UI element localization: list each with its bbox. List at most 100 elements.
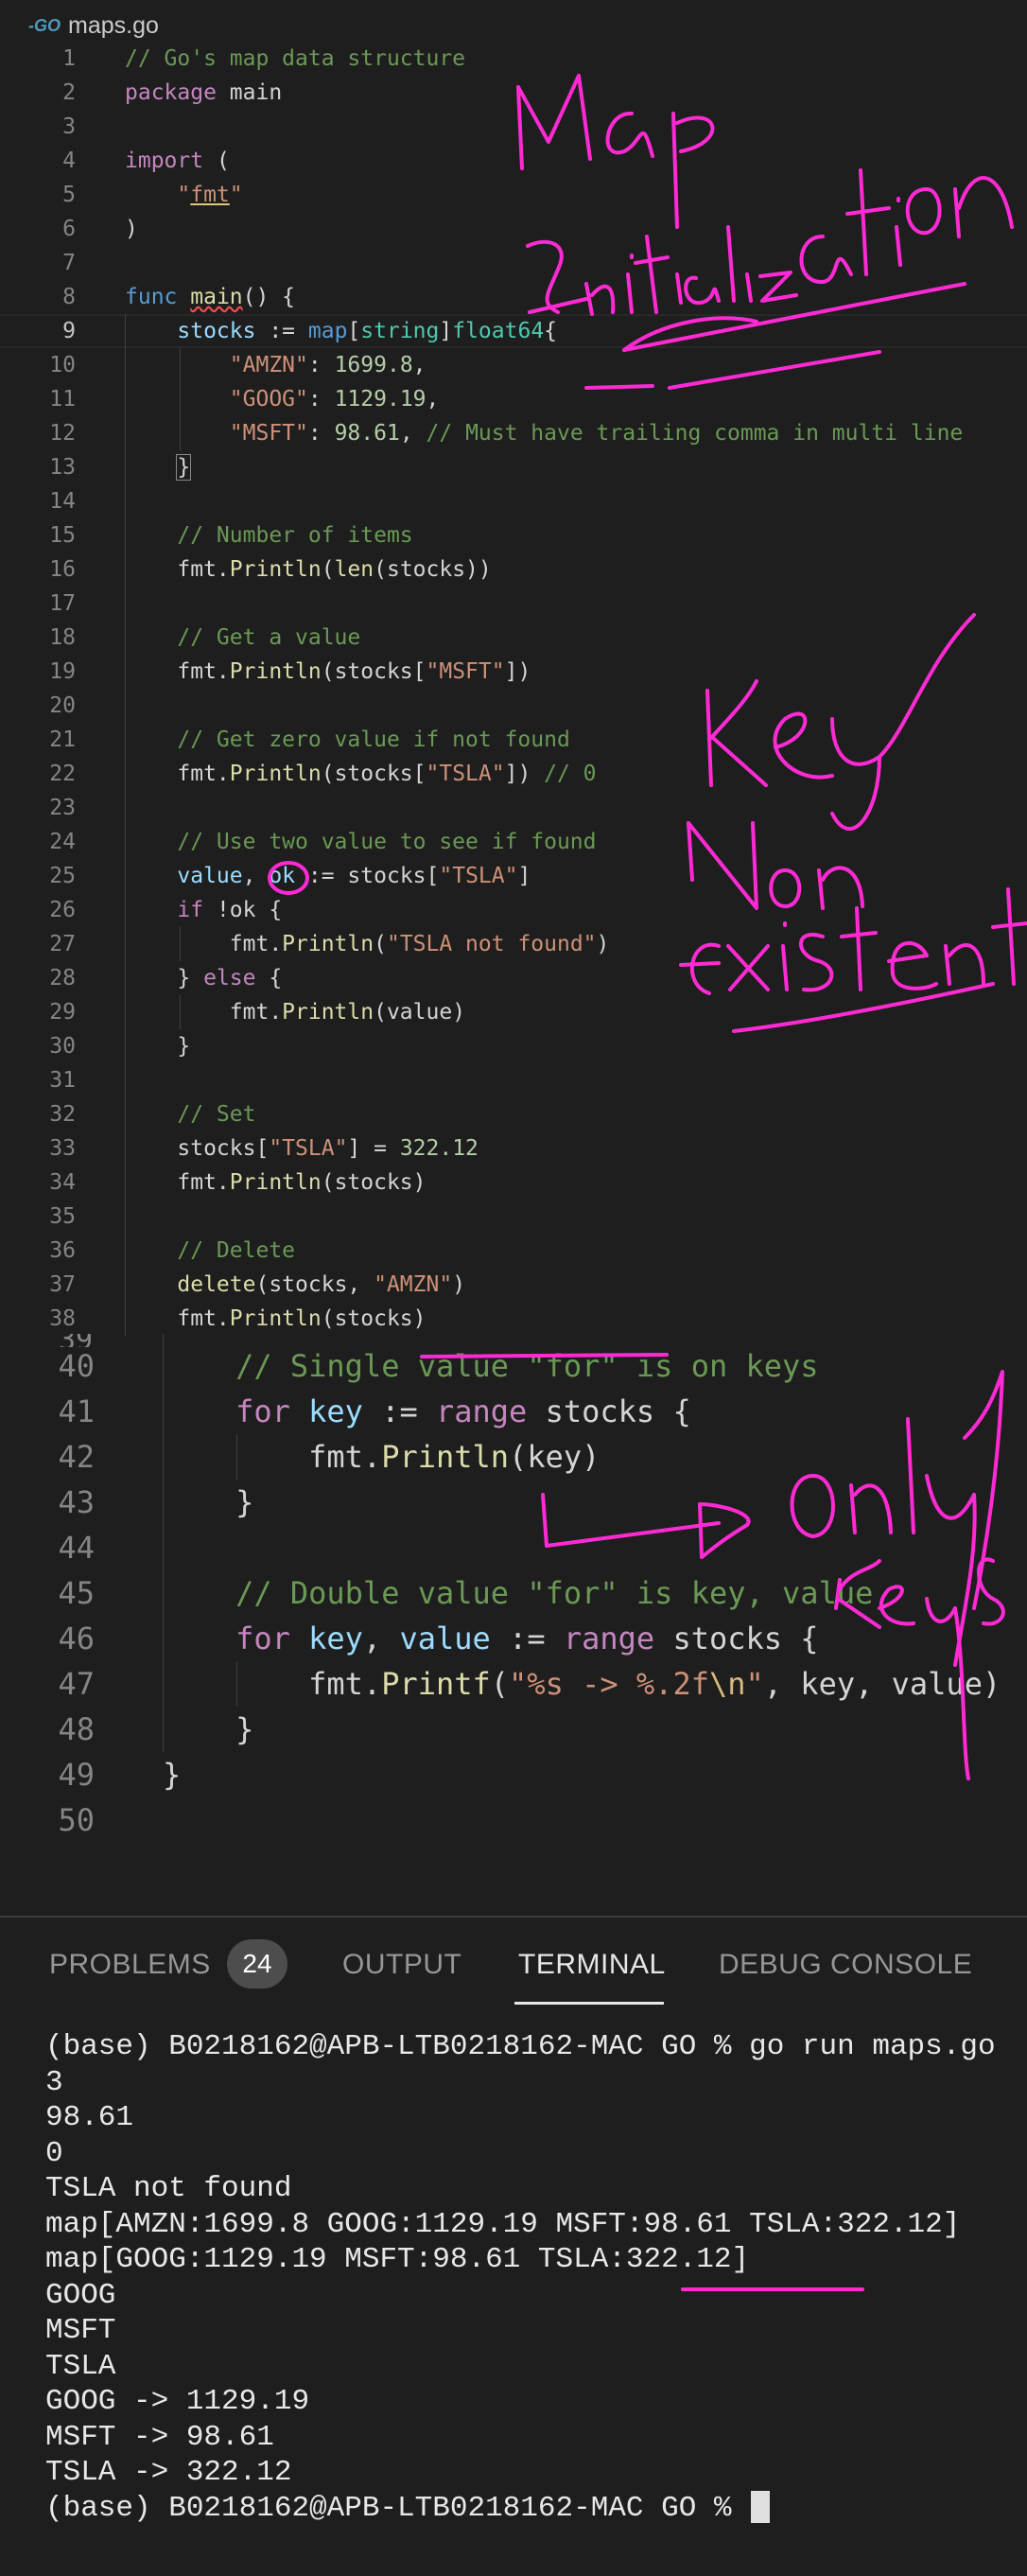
code-text[interactable]: delete(stocks, "AMZN") xyxy=(125,1268,465,1302)
code-line[interactable]: 49} xyxy=(0,1752,1027,1797)
code-text[interactable]: for key := range stocks { xyxy=(163,1389,691,1434)
code-text[interactable]: stocks["TSLA"] = 322.12 xyxy=(125,1131,479,1165)
code-line[interactable]: 46 for key, value := range stocks { xyxy=(0,1616,1027,1661)
code-line[interactable]: 21 // Get zero value if not found xyxy=(0,723,1027,757)
code-line[interactable]: 38 fmt.Println(stocks) xyxy=(0,1302,1027,1336)
code-text[interactable]: for key, value := range stocks { xyxy=(163,1616,819,1661)
code-text[interactable]: // Get zero value if not found xyxy=(125,723,569,757)
code-text[interactable]: // Set xyxy=(125,1097,255,1131)
code-line[interactable]: 40 // Single value "for" is on keys xyxy=(0,1343,1027,1389)
code-text[interactable]: fmt.Println("TSLA not found") xyxy=(125,927,610,961)
code-text[interactable]: import ( xyxy=(125,144,230,178)
code-line[interactable]: 5 "fmt" xyxy=(0,178,1027,212)
code-text[interactable]: // Use two value to see if found xyxy=(125,825,596,859)
line-number: 1 xyxy=(62,46,76,71)
code-line[interactable]: 1 // Go's map data structure xyxy=(0,42,1027,76)
code-text[interactable]: } xyxy=(125,450,192,484)
code-line[interactable]: 43 } xyxy=(0,1480,1027,1525)
code-text[interactable]: // Number of items xyxy=(125,518,412,552)
code-line[interactable]: 7 xyxy=(0,246,1027,280)
code-line[interactable]: 27 fmt.Println("TSLA not found") xyxy=(0,927,1027,961)
code-text[interactable]: // Delete xyxy=(125,1234,295,1268)
code-text[interactable]: fmt.Println(len(stocks)) xyxy=(125,552,491,587)
tab-maps-go[interactable]: -GO maps.go xyxy=(28,11,159,40)
code-editor-top[interactable]: 1 // Go's map data structure 2 package main… xyxy=(0,42,1027,1347)
code-line[interactable]: 26 if !ok { xyxy=(0,893,1027,927)
code-line[interactable]: 18 // Get a value xyxy=(0,621,1027,655)
tab-problems[interactable]: PROBLEMS xyxy=(49,1949,211,1981)
code-line[interactable]: 30 } xyxy=(0,1029,1027,1063)
code-text[interactable]: func main() { xyxy=(125,280,295,314)
code-line[interactable]: 12 "MSFT": 98.61, // Must have trailing … xyxy=(0,416,1027,450)
code-text[interactable]: value, ok := stocks["TSLA"] xyxy=(125,859,531,893)
code-line[interactable]: 31 xyxy=(0,1063,1027,1097)
code-text[interactable]: "fmt" xyxy=(125,178,242,212)
code-line[interactable]: 13 } xyxy=(0,450,1027,484)
code-text[interactable]: fmt.Println(stocks) xyxy=(125,1165,426,1200)
code-text[interactable]: } xyxy=(163,1480,253,1525)
code-text[interactable]: package main xyxy=(125,76,282,110)
code-line[interactable]: 23 xyxy=(0,791,1027,825)
code-line[interactable]: 16 fmt.Println(len(stocks)) xyxy=(0,552,1027,587)
code-line[interactable]: 42 fmt.Println(key) xyxy=(0,1434,1027,1480)
code-line[interactable]: 48 } xyxy=(0,1707,1027,1752)
code-editor-bottom[interactable]: 40 // Single value "for" is on keys 41 fo… xyxy=(0,1334,1027,1873)
code-line[interactable]: 19 fmt.Println(stocks["MSFT"]) xyxy=(0,655,1027,689)
code-line[interactable]: 35 xyxy=(0,1200,1027,1234)
code-line[interactable]: 20 xyxy=(0,689,1027,723)
code-text[interactable]: } xyxy=(125,1029,190,1063)
tab-terminal[interactable]: TERMINAL xyxy=(518,1949,666,1981)
code-line[interactable]: 44 xyxy=(0,1525,1027,1570)
code-line[interactable]: 28 } else { xyxy=(0,961,1027,995)
code-line[interactable]: 25 value, ok := stocks["TSLA"] xyxy=(0,859,1027,893)
code-line[interactable]: 6) xyxy=(0,212,1027,246)
code-text[interactable]: ) xyxy=(125,212,138,246)
code-line[interactable]: 22 fmt.Println(stocks["TSLA"]) // 0 xyxy=(0,757,1027,791)
code-line[interactable]: 10 "AMZN": 1699.8, xyxy=(0,348,1027,382)
code-line[interactable]: 4 import ( xyxy=(0,144,1027,178)
code-text[interactable]: // Single value "for" is on keys xyxy=(163,1343,819,1389)
code-line[interactable]: 50 xyxy=(0,1797,1027,1843)
code-line[interactable]: 14 xyxy=(0,484,1027,518)
code-line[interactable]: 9 stocks := map[string]float64{ xyxy=(0,314,1027,348)
code-text[interactable]: fmt.Println(stocks["TSLA"]) // 0 xyxy=(125,757,596,791)
code-text[interactable]: fmt.Println(stocks) xyxy=(125,1302,426,1336)
code-line[interactable]: 3 xyxy=(0,110,1027,144)
code-text[interactable]: "AMZN": 1699.8, xyxy=(125,348,426,382)
code-line[interactable]: 32 // Set xyxy=(0,1097,1027,1131)
code-text[interactable]: } else { xyxy=(125,961,282,995)
code-text[interactable]: fmt.Printf("%s -> %.2f\n", key, value) xyxy=(163,1661,1001,1707)
terminal-output[interactable]: (base) B0218162@APB-LTB0218162-MAC GO % … xyxy=(45,2029,1019,2526)
code-text[interactable]: "MSFT": 98.61, // Must have trailing com… xyxy=(125,416,963,450)
code-line[interactable]: 45 // Double value "for" is key, value xyxy=(0,1570,1027,1616)
code-text[interactable]: fmt.Println(value) xyxy=(125,995,465,1029)
code-line[interactable]: 17 xyxy=(0,587,1027,621)
code-text[interactable]: if !ok { xyxy=(125,893,282,927)
code-line[interactable]: 33 stocks["TSLA"] = 322.12 xyxy=(0,1131,1027,1165)
code-line[interactable]: 24 // Use two value to see if found xyxy=(0,825,1027,859)
code-line[interactable]: 47 fmt.Printf("%s -> %.2f\n", key, value… xyxy=(0,1661,1027,1707)
code-line[interactable]: 8 func main() { xyxy=(0,280,1027,314)
code-line[interactable]: 15 // Number of items xyxy=(0,518,1027,552)
terminal-line: map[AMZN:1699.8 GOOG:1129.19 MSFT:98.61 … xyxy=(45,2207,961,2241)
code-line[interactable]: 11 "GOOG": 1129.19, xyxy=(0,382,1027,416)
tab-output[interactable]: OUTPUT xyxy=(342,1949,461,1981)
code-text[interactable]: // Double value "for" is key, value xyxy=(163,1570,873,1616)
code-text[interactable]: "GOOG": 1129.19, xyxy=(125,382,440,416)
code-text[interactable]: // Go's map data structure xyxy=(125,42,465,76)
code-text[interactable]: fmt.Println(stocks["MSFT"]) xyxy=(125,655,531,689)
code-text[interactable]: } xyxy=(163,1707,253,1752)
code-line[interactable]: 2 package main xyxy=(0,76,1027,110)
code-text[interactable]: } xyxy=(163,1752,181,1797)
code-text[interactable]: fmt.Println(key) xyxy=(163,1434,600,1480)
code-line[interactable]: 41 for key := range stocks { xyxy=(0,1389,1027,1434)
terminal-prompt-line[interactable]: (base) B0218162@APB-LTB0218162-MAC GO % xyxy=(45,2491,1019,2527)
tab-debug-console[interactable]: DEBUG CONSOLE xyxy=(719,1949,972,1981)
code-line[interactable]: 29 fmt.Println(value) xyxy=(0,995,1027,1029)
code-line[interactable]: 34 fmt.Println(stocks) xyxy=(0,1165,1027,1200)
code-line[interactable]: 36 // Delete xyxy=(0,1234,1027,1268)
code-text[interactable]: // Get a value xyxy=(125,621,360,655)
code-line[interactable]: 37 delete(stocks, "AMZN") xyxy=(0,1268,1027,1302)
code-text[interactable]: stocks := map[string]float64{ xyxy=(125,314,557,348)
line-number: 9 xyxy=(62,319,76,343)
